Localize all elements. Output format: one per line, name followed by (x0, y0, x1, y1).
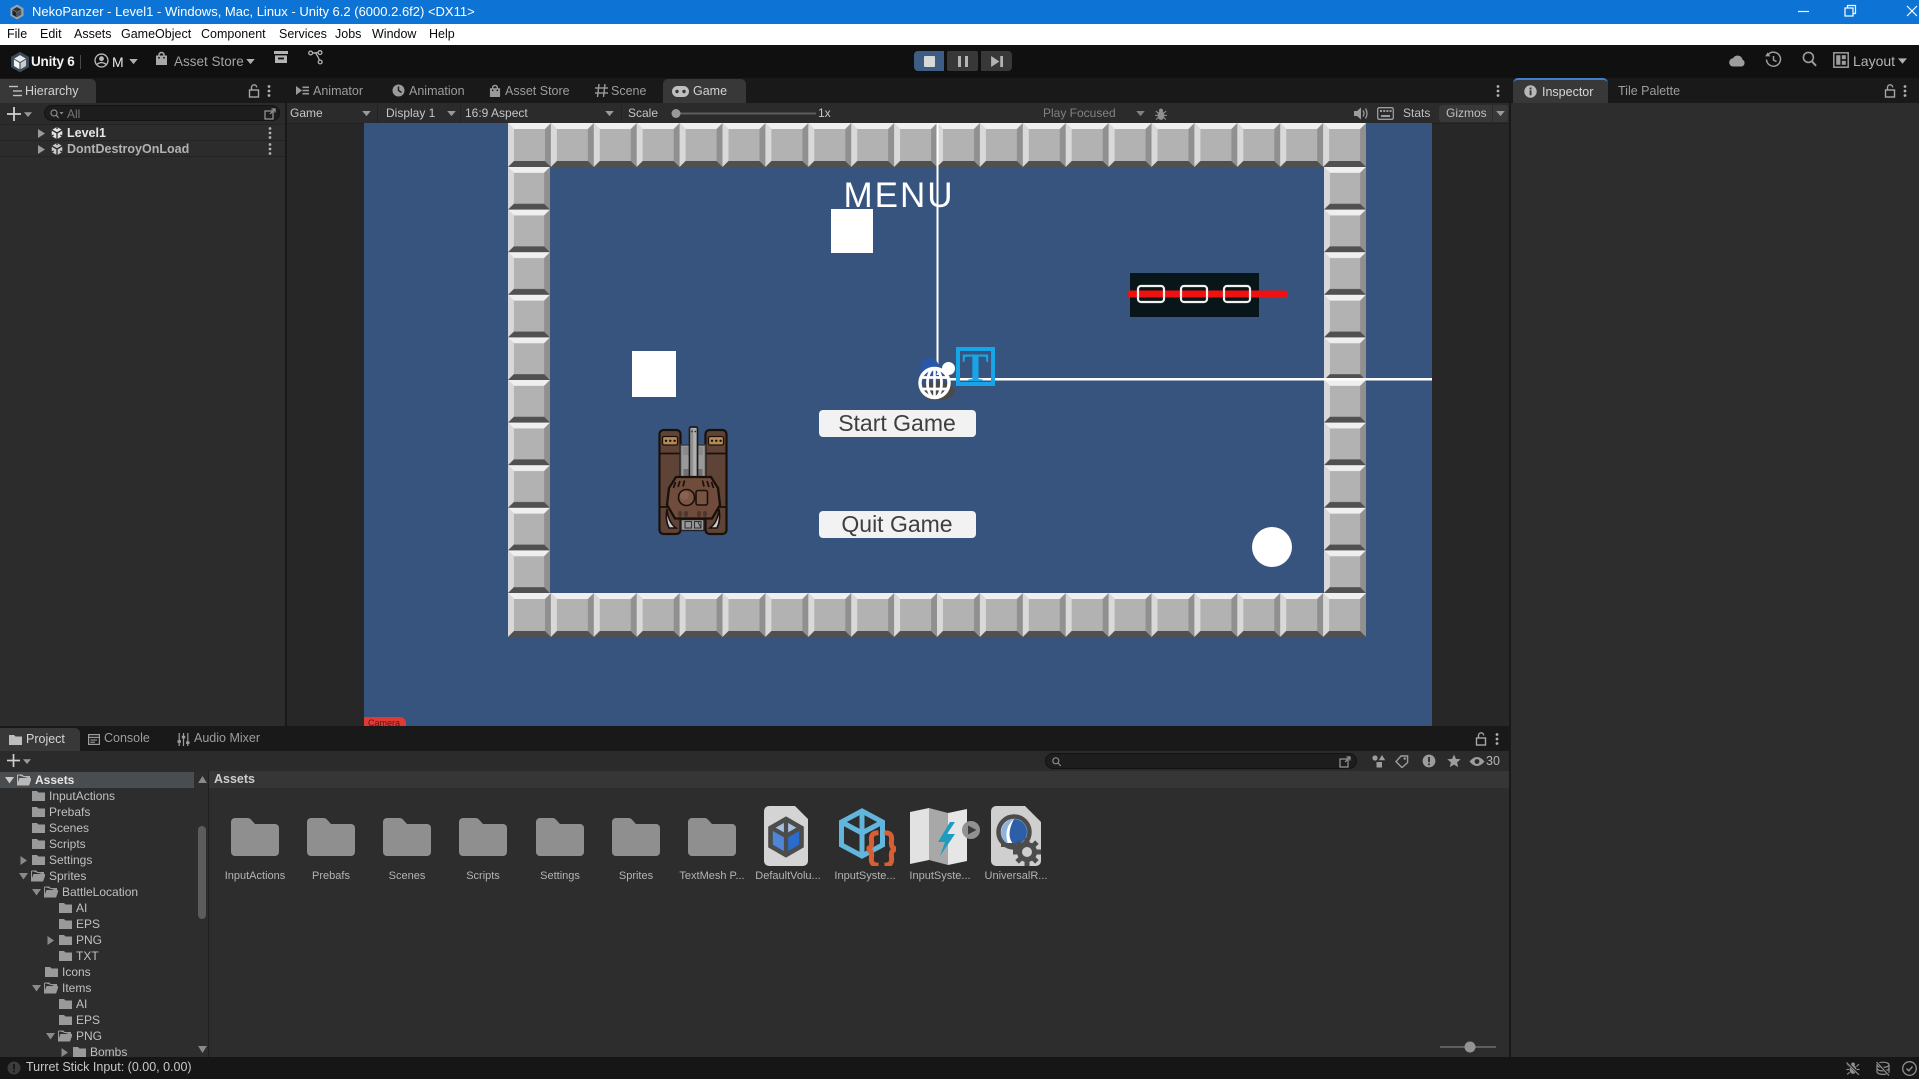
svg-text:T: T (962, 345, 989, 390)
svg-text:Camera: Camera (368, 718, 400, 726)
svg-text:Start Game: Start Game (838, 410, 956, 436)
svg-text:Quit Game: Quit Game (841, 511, 952, 537)
